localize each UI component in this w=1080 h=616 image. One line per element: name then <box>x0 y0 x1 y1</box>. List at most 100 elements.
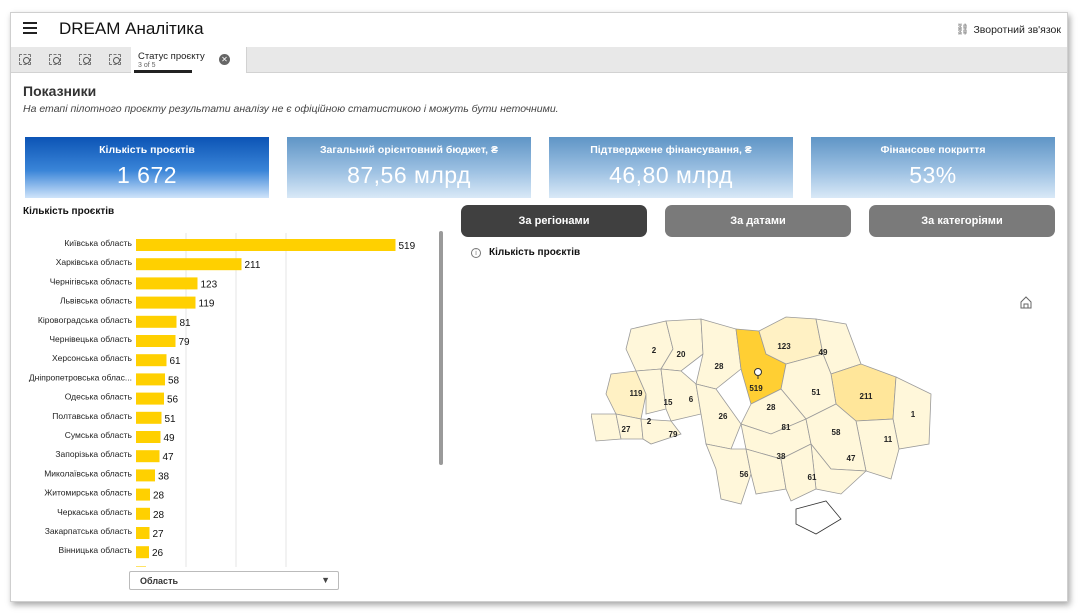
kpi-total-budget[interactable]: Загальний орієнтовний бюджет, ₴ 87,56 мл… <box>287 137 531 198</box>
kpi-value: 46,80 млрд <box>609 162 733 188</box>
map-label: 11 <box>884 435 893 444</box>
map-label: 26 <box>719 412 728 421</box>
bar-value-label: 51 <box>165 414 177 425</box>
bar[interactable] <box>136 296 196 309</box>
bar-chart-svg: Київська область 519 Харківська область 211… <box>29 233 416 567</box>
map-label: 519 <box>749 384 763 393</box>
bar[interactable] <box>136 527 150 539</box>
app-window: DREAM Аналітика ⛓ Зворотний зв'язок Стат… <box>10 12 1068 602</box>
bar[interactable] <box>136 335 176 347</box>
close-icon[interactable]: ✕ <box>219 54 230 65</box>
step-forward-icon[interactable] <box>79 54 91 65</box>
bar[interactable] <box>136 469 155 482</box>
category-label: Запорізька область <box>55 449 132 459</box>
kpi-value: 53% <box>909 162 957 188</box>
map-label: 20 <box>677 350 686 359</box>
bar[interactable] <box>136 373 165 386</box>
chevron-down-icon: ▼ <box>321 575 330 585</box>
kpi-value: 1 672 <box>116 162 178 188</box>
step-back-icon[interactable] <box>49 54 61 65</box>
dimension-select[interactable]: Область ▼ <box>129 571 339 590</box>
map-label: 61 <box>808 473 817 482</box>
menu-icon[interactable] <box>23 22 37 36</box>
bar[interactable] <box>136 315 177 328</box>
category-label: Львівська область <box>60 296 133 306</box>
map-label: 58 <box>832 428 841 437</box>
bar-value-label: 47 <box>163 452 175 463</box>
region-zhytomyr <box>695 318 742 390</box>
tab-project-status[interactable]: Статус проєкту 3 of 5 ✕ <box>131 47 247 73</box>
map-header: i Кількість проєктів <box>471 247 580 258</box>
view-by-regions-button[interactable]: За регіонами <box>461 205 647 237</box>
category-label: Дніпропетровська облас... <box>29 372 132 382</box>
category-label: Кіровоградська область <box>38 315 133 325</box>
map-label: 51 <box>812 388 821 397</box>
category-label: Одеська область <box>65 392 133 402</box>
bar[interactable] <box>136 507 150 520</box>
tab-subtitle: 3 of 5 <box>138 62 156 69</box>
kpi-projects-count[interactable]: Кількість проєктів 1 672 <box>25 137 269 198</box>
bar-value-label: 61 <box>170 356 182 367</box>
bar[interactable] <box>136 488 150 501</box>
category-label: Київська область <box>64 238 132 248</box>
page-title: Показники <box>23 83 97 99</box>
map-title: Кількість проєктів <box>489 247 581 258</box>
category-label: Чернігівська область <box>50 276 133 286</box>
category-label: Херсонська область <box>52 353 133 363</box>
kpi-confirmed-funding[interactable]: Підтверджене фінансування, ₴ 46,80 млрд <box>549 137 793 198</box>
map-label: 123 <box>777 342 791 351</box>
kpi-label: Кількість проєктів <box>99 144 195 156</box>
home-icon[interactable] <box>1019 295 1033 309</box>
bar-value-label: 519 <box>399 241 416 252</box>
bar[interactable] <box>136 450 160 463</box>
chart-scrollbar[interactable] <box>439 231 443 465</box>
map-label: 6 <box>689 395 694 404</box>
feedback-link[interactable]: ⛓ Зворотний зв'язок <box>955 23 1061 37</box>
kpi-label: Загальний орієнтовний бюджет, ₴ <box>319 144 499 156</box>
bar-value-label: 123 <box>201 279 218 290</box>
map-label: 211 <box>860 392 873 401</box>
bar[interactable] <box>136 411 162 424</box>
bar[interactable] <box>136 239 396 251</box>
bar[interactable] <box>136 354 167 367</box>
clear-selections-icon[interactable] <box>109 54 121 65</box>
link-icon: ⛓ <box>955 24 970 36</box>
bar[interactable] <box>136 546 149 559</box>
map-label: 38 <box>777 452 786 461</box>
map-label: 1 <box>911 410 916 419</box>
view-by-dates-button[interactable]: За датами <box>665 205 851 237</box>
ukraine-map[interactable]: 123 49 2 20 28 519 51 211 119 15 6 28 26… <box>591 309 941 539</box>
map-label: 119 <box>630 389 643 398</box>
category-label: Полтавська область <box>52 411 132 421</box>
bar-value-label: 56 <box>167 395 179 406</box>
tab-progress <box>134 70 192 73</box>
map-label: 28 <box>767 403 776 412</box>
map-label: 79 <box>669 430 678 439</box>
category-label: Вінницька область <box>59 545 133 555</box>
info-icon[interactable]: i <box>471 247 481 258</box>
bar-value-label: 28 <box>153 510 165 521</box>
map-label: 47 <box>847 454 856 463</box>
category-label: Житомирська область <box>44 488 132 498</box>
map-label: 27 <box>622 425 631 434</box>
bar[interactable] <box>136 392 164 405</box>
smart-search-icon[interactable] <box>19 54 31 65</box>
bar-chart[interactable]: Київська область 519 Харківська область 211… <box>11 225 451 567</box>
kpi-value: 87,56 млрд <box>347 162 471 188</box>
kpi-label: Підтверджене фінансування, ₴ <box>590 144 752 156</box>
category-label: Закарпатська область <box>45 526 133 536</box>
view-by-categories-button[interactable]: За категоріями <box>869 205 1055 237</box>
bar-value-label: 211 <box>245 260 261 271</box>
map-label: 15 <box>664 398 673 407</box>
bar[interactable] <box>136 277 198 290</box>
app-title: DREAM Аналітика <box>59 19 204 38</box>
kpi-financial-coverage[interactable]: Фінансове покриття 53% <box>811 137 1055 198</box>
chart-title: Кількість проєктів <box>23 206 115 217</box>
bar-value-label: 81 <box>180 318 192 329</box>
bar[interactable] <box>136 431 161 443</box>
feedback-label: Зворотний зв'язок <box>973 23 1061 36</box>
bar[interactable] <box>136 258 242 271</box>
category-label: Харківська область <box>56 257 133 267</box>
bar-value-label: 27 <box>153 529 165 540</box>
bar-value-label: 119 <box>199 299 215 310</box>
